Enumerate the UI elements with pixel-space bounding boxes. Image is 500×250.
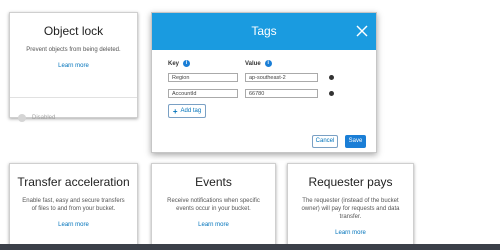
object-lock-title: Object lock	[43, 24, 104, 38]
add-tag-button[interactable]: + Add tag	[168, 104, 206, 118]
events-title: Events	[195, 175, 232, 189]
modal-header: Tags	[152, 13, 376, 50]
add-tag-label: Add tag	[180, 108, 202, 114]
events-description: Receive notifications when specific even…	[167, 198, 260, 212]
info-icon[interactable]: i	[264, 60, 272, 67]
remove-tag-icon[interactable]	[329, 75, 334, 80]
tag-value-input[interactable]: ap-southeast-2	[245, 73, 318, 82]
tag-value-input[interactable]: 66780	[245, 89, 318, 98]
card-divider	[10, 97, 137, 98]
cancel-button[interactable]: Cancel	[312, 135, 338, 148]
object-lock-learn-more-link[interactable]: Learn more	[58, 63, 89, 69]
value-column-header: Value i	[245, 60, 272, 67]
bottom-bar	[0, 244, 500, 250]
object-lock-status: Disabled	[18, 114, 55, 122]
requester-pays-description: The requester (instead of the bucket own…	[301, 198, 400, 220]
key-header-label: Key	[168, 60, 180, 67]
events-card[interactable]: Events Receive notifications when specif…	[151, 163, 276, 250]
remove-tag-icon[interactable]	[329, 91, 334, 96]
modal-title: Tags	[251, 24, 277, 38]
info-icon[interactable]: i	[183, 60, 191, 67]
object-lock-description: Prevent objects from being deleted.	[26, 47, 121, 53]
disabled-status-icon	[18, 114, 26, 122]
tag-key-input[interactable]: Region	[168, 73, 238, 82]
events-learn-more-link[interactable]: Learn more	[198, 222, 229, 228]
tag-key-input[interactable]: AccountId	[168, 89, 238, 98]
close-icon[interactable]	[356, 25, 368, 37]
key-column-header: Key i	[168, 60, 191, 67]
plus-icon: +	[172, 106, 178, 116]
transfer-acceleration-description: Enable fast, easy and secure transfers o…	[22, 198, 125, 212]
requester-pays-learn-more-link[interactable]: Learn more	[335, 230, 366, 236]
tags-modal: Tags Key i Value i Region ap-southeast-2…	[151, 12, 377, 153]
transfer-acceleration-learn-more-link[interactable]: Learn more	[58, 222, 89, 228]
save-button[interactable]: Save	[345, 135, 366, 148]
requester-pays-title: Requester pays	[308, 175, 393, 189]
transfer-acceleration-card[interactable]: Transfer acceleration Enable fast, easy …	[9, 163, 138, 250]
object-lock-status-label: Disabled	[32, 115, 56, 121]
object-lock-card: Object lock Prevent objects from being d…	[9, 12, 138, 122]
requester-pays-card[interactable]: Requester pays The requester (instead of…	[287, 163, 414, 250]
transfer-acceleration-title: Transfer acceleration	[17, 175, 130, 189]
value-header-label: Value	[245, 60, 261, 67]
